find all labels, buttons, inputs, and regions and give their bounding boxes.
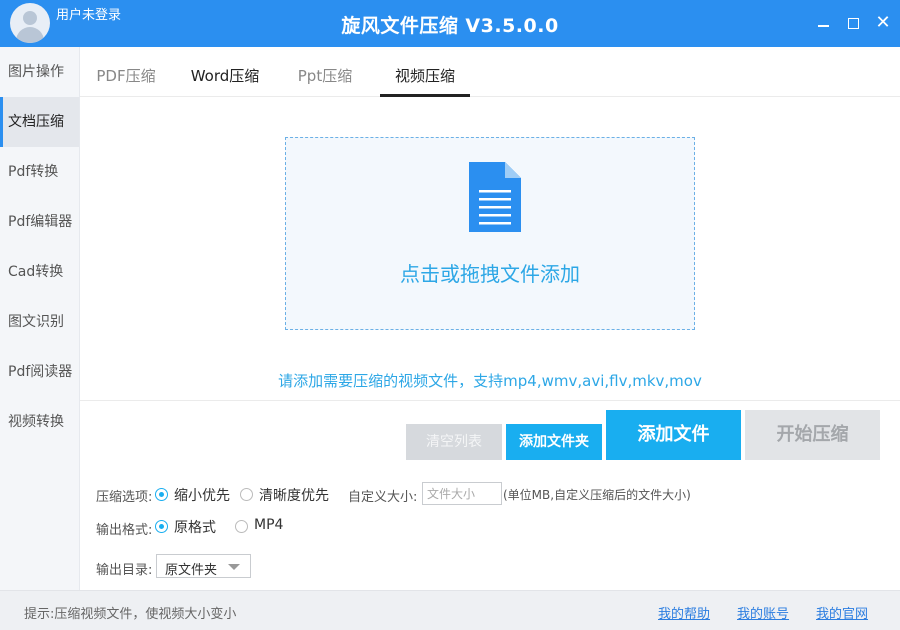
sidebar-item-pdf-editor[interactable]: Pdf编辑器 [0, 197, 79, 247]
radio-format-mp4[interactable] [235, 520, 248, 533]
output-format-label: 输出格式: [96, 523, 153, 538]
maximize-icon [847, 17, 859, 29]
sidebar-item-ocr[interactable]: 图文识别 [0, 297, 79, 347]
tab-ppt-compress[interactable]: Ppt压缩 [296, 47, 354, 97]
radio-format-original[interactable] [155, 520, 168, 533]
footer: 提示:压缩视频文件，使视频大小变小 我的帮助 我的账号 我的官网 [0, 590, 900, 630]
chevron-down-icon [228, 564, 240, 570]
app-title: 旋风文件压缩 V3.5.0.0 [341, 15, 559, 37]
sidebar: 图片操作 文档压缩 Pdf转换 Pdf编辑器 Cad转换 图文识别 Pdf阅读器… [0, 47, 80, 590]
custom-size-label: 自定义大小: [348, 490, 418, 505]
close-button[interactable]: ✕ [872, 12, 894, 34]
radio-format-original-label[interactable]: 原格式 [174, 517, 216, 537]
minimize-button[interactable] [812, 12, 834, 34]
file-drop-zone[interactable]: 点击或拖拽文件添加 [285, 137, 695, 330]
output-dir-value: 原文件夹 [165, 563, 218, 578]
add-file-button[interactable]: 添加文件 [606, 410, 741, 460]
radio-compress-small-label[interactable]: 缩小优先 [174, 485, 230, 505]
start-compress-button[interactable]: 开始压缩 [745, 410, 880, 460]
maximize-button[interactable] [842, 12, 864, 34]
footer-tip: 提示:压缩视频文件，使视频大小变小 [24, 607, 237, 622]
minimize-icon [817, 25, 829, 27]
website-link[interactable]: 我的官网 [816, 603, 868, 622]
account-link[interactable]: 我的账号 [737, 603, 789, 622]
tab-video-compress[interactable]: 视频压缩 [380, 47, 470, 97]
sidebar-item-image-ops[interactable]: 图片操作 [0, 47, 79, 97]
tab-pdf-compress[interactable]: PDF压缩 [96, 47, 156, 97]
add-folder-button[interactable]: 添加文件夹 [506, 424, 602, 460]
supported-formats-hint: 请添加需要压缩的视频文件，支持mp4,wmv,avi,flv,mkv,mov [278, 372, 702, 390]
sidebar-item-video-convert[interactable]: 视频转换 [0, 397, 79, 447]
document-icon [469, 162, 521, 232]
close-icon: ✕ [875, 12, 891, 33]
sidebar-item-pdf-convert[interactable]: Pdf转换 [0, 147, 79, 197]
sidebar-item-doc-compress[interactable]: 文档压缩 [0, 97, 79, 147]
tab-bar: PDF压缩 Word压缩 Ppt压缩 视频压缩 [80, 47, 900, 97]
drop-zone-text: 点击或拖拽文件添加 [400, 262, 580, 286]
radio-compress-small[interactable] [155, 488, 168, 501]
output-dir-label: 输出目录: [96, 563, 153, 578]
title-bar: 用户未登录 旋风文件压缩 V3.5.0.0 ✕ [0, 0, 900, 47]
divider [80, 400, 900, 401]
output-dir-select[interactable]: 原文件夹 [156, 554, 251, 578]
tab-word-compress[interactable]: Word压缩 [188, 47, 262, 97]
sidebar-item-pdf-reader[interactable]: Pdf阅读器 [0, 347, 79, 397]
custom-size-note: (单位MB,自定义压缩后的文件大小) [503, 488, 691, 502]
clear-list-button[interactable]: 清空列表 [406, 424, 502, 460]
custom-size-input[interactable] [422, 482, 502, 505]
radio-compress-clarity-label[interactable]: 清晰度优先 [259, 485, 329, 505]
help-link[interactable]: 我的帮助 [658, 603, 710, 622]
sidebar-item-cad-convert[interactable]: Cad转换 [0, 247, 79, 297]
radio-compress-clarity[interactable] [240, 488, 253, 501]
radio-format-mp4-label[interactable]: MP4 [254, 517, 283, 533]
compress-options-label: 压缩选项: [96, 490, 153, 505]
